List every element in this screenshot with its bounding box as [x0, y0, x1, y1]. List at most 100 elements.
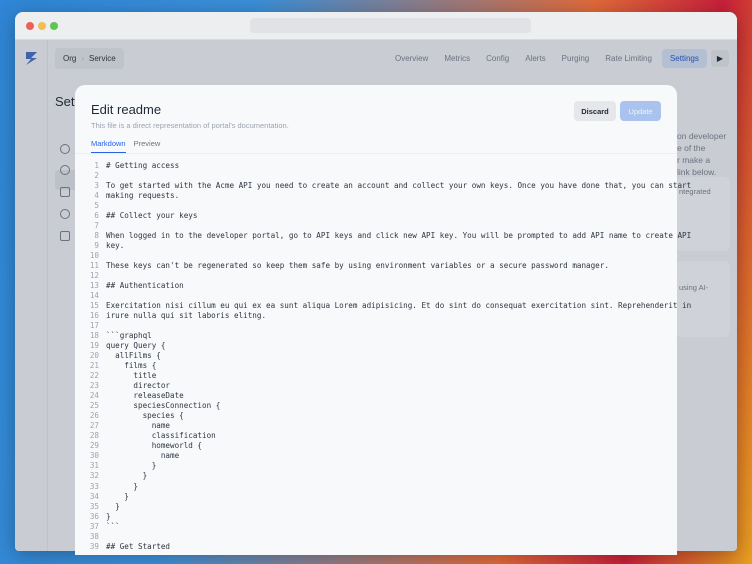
nav-config[interactable]: Config — [478, 49, 517, 68]
code-line[interactable]: 18 ```graphql — [87, 331, 691, 341]
code-line[interactable]: 23 director — [87, 381, 691, 391]
line-text: releaseDate — [106, 391, 184, 401]
line-number: 26 — [89, 411, 99, 421]
line-number: 27 — [89, 421, 99, 431]
code-line[interactable]: 5 — [87, 201, 691, 211]
code-line[interactable]: 24 releaseDate — [87, 391, 691, 401]
line-number: 32 — [89, 471, 99, 481]
code-line[interactable]: 17 — [87, 321, 691, 331]
line-text: species { — [106, 411, 184, 421]
nav-rate-limiting[interactable]: Rate Limiting — [597, 49, 660, 68]
code-line[interactable]: 14 — [87, 291, 691, 301]
play-icon[interactable]: ▶ — [710, 50, 729, 67]
code-line[interactable]: 12 — [87, 271, 691, 281]
line-text: # Getting access — [106, 161, 180, 170]
code-line[interactable]: 11 These keys can't be regenerated so kee… — [87, 261, 691, 271]
edit-readme-modal: Edit readme This file is a direct repres… — [75, 85, 691, 555]
line-text: } — [106, 491, 129, 501]
code-line[interactable]: 4 making requests. — [87, 191, 691, 201]
code-line[interactable]: 9 key. — [87, 241, 691, 251]
nav-settings[interactable]: Settings — [661, 49, 707, 68]
line-number: 21 — [89, 361, 99, 371]
code-editor[interactable]: 1 # Getting access 2 3 To get started with t… — [87, 161, 691, 552]
line-number: 11 — [89, 261, 99, 271]
code-line[interactable]: 32 } — [87, 471, 691, 481]
docs-icon[interactable] — [60, 187, 70, 197]
code-line[interactable]: 38 — [87, 532, 691, 542]
code-line[interactable]: 31 } — [87, 461, 691, 471]
close-button[interactable] — [26, 22, 34, 30]
line-text: ## Collect your keys — [106, 211, 198, 221]
code-line[interactable]: 35 } — [87, 502, 691, 512]
line-number: 31 — [89, 461, 99, 471]
code-line[interactable]: 8 When logged in to the developer portal,… — [87, 231, 691, 241]
code-line[interactable]: 13 ## Authentication — [87, 281, 691, 291]
code-line[interactable]: 37 ``` — [87, 522, 691, 532]
info-icon[interactable] — [60, 165, 70, 175]
code-line[interactable]: 7 — [87, 221, 691, 231]
code-line[interactable]: 3 To get started with the Acme API you ne… — [87, 181, 691, 191]
line-text: key. — [106, 241, 125, 251]
code-line[interactable]: 10 — [87, 251, 691, 261]
breadcrumb-org[interactable]: Org — [63, 54, 76, 63]
code-line[interactable]: 1 # Getting access — [87, 161, 691, 171]
desc-line: on developer — [677, 131, 727, 141]
code-line[interactable]: 39 ## Get Started — [87, 542, 691, 552]
nav-purging[interactable]: Purging — [554, 49, 598, 68]
nav-metrics[interactable]: Metrics — [436, 49, 478, 68]
update-button[interactable]: Update — [620, 101, 661, 121]
maximize-button[interactable] — [50, 22, 58, 30]
line-text: } — [106, 511, 111, 521]
code-line[interactable]: 33 } — [87, 482, 691, 492]
logo-icon[interactable] — [23, 50, 40, 67]
inbox-icon[interactable] — [60, 231, 70, 241]
code-line[interactable]: 19 query Query { — [87, 341, 691, 351]
code-line[interactable]: 26 species { — [87, 411, 691, 421]
modal-subtitle: This file is a direct representation of … — [91, 121, 289, 130]
line-number: 16 — [89, 311, 99, 321]
address-bar[interactable] — [250, 18, 531, 33]
discard-button[interactable]: Discard — [574, 101, 616, 121]
line-number: 24 — [89, 391, 99, 401]
line-text: When logged in to the developer portal, … — [106, 231, 692, 241]
code-line[interactable]: 27 name — [87, 421, 691, 431]
line-number: 33 — [89, 481, 99, 491]
nav-alerts[interactable]: Alerts — [517, 49, 553, 68]
code-line[interactable]: 34 } — [87, 492, 691, 502]
code-line[interactable]: 16 irure nulla qui sit laboris elitng. — [87, 311, 691, 321]
line-text: speciesConnection { — [106, 401, 221, 411]
modal-title: Edit readme — [91, 102, 162, 117]
code-line[interactable]: 30 name — [87, 451, 691, 461]
line-text: irure nulla qui sit laboris elitng. — [106, 311, 267, 321]
settings-icon[interactable] — [60, 144, 70, 154]
code-line[interactable]: 2 — [87, 171, 691, 181]
code-line[interactable]: 29 homeworld { — [87, 441, 691, 451]
code-line[interactable]: 28 classification — [87, 431, 691, 441]
code-line[interactable]: 21 films { — [87, 361, 691, 371]
code-line[interactable]: 22 title — [87, 371, 691, 381]
line-text: name — [106, 421, 171, 431]
breadcrumb-service[interactable]: Service — [89, 54, 116, 63]
line-number: 38 — [89, 531, 99, 541]
line-text: } — [106, 481, 139, 491]
code-line[interactable]: 36} — [87, 512, 691, 522]
tab-markdown[interactable]: Markdown — [91, 139, 126, 153]
line-number: 35 — [89, 501, 99, 511]
line-number: 5 — [94, 201, 99, 211]
minimize-button[interactable] — [38, 22, 46, 30]
tab-preview[interactable]: Preview — [134, 139, 161, 153]
line-text: query Query { — [106, 341, 166, 351]
user-icon[interactable] — [60, 209, 70, 219]
code-line[interactable]: 20 allFilms { — [87, 351, 691, 361]
line-number: 19 — [89, 341, 99, 351]
code-line[interactable]: 6 ## Collect your keys — [87, 211, 691, 221]
line-text: These keys can't be regenerated so keep … — [106, 261, 609, 271]
editor-tabs: Markdown Preview — [91, 139, 160, 153]
nav-overview[interactable]: Overview — [387, 49, 436, 68]
line-text: ``` — [106, 521, 120, 531]
line-number: 17 — [89, 321, 99, 331]
line-text: Exercitation nisi cillum eu qui ex ea su… — [106, 301, 692, 311]
code-line[interactable]: 25 speciesConnection { — [87, 401, 691, 411]
code-line[interactable]: 15 Exercitation nisi cillum eu qui ex ea … — [87, 301, 691, 311]
line-text: } — [106, 461, 157, 471]
